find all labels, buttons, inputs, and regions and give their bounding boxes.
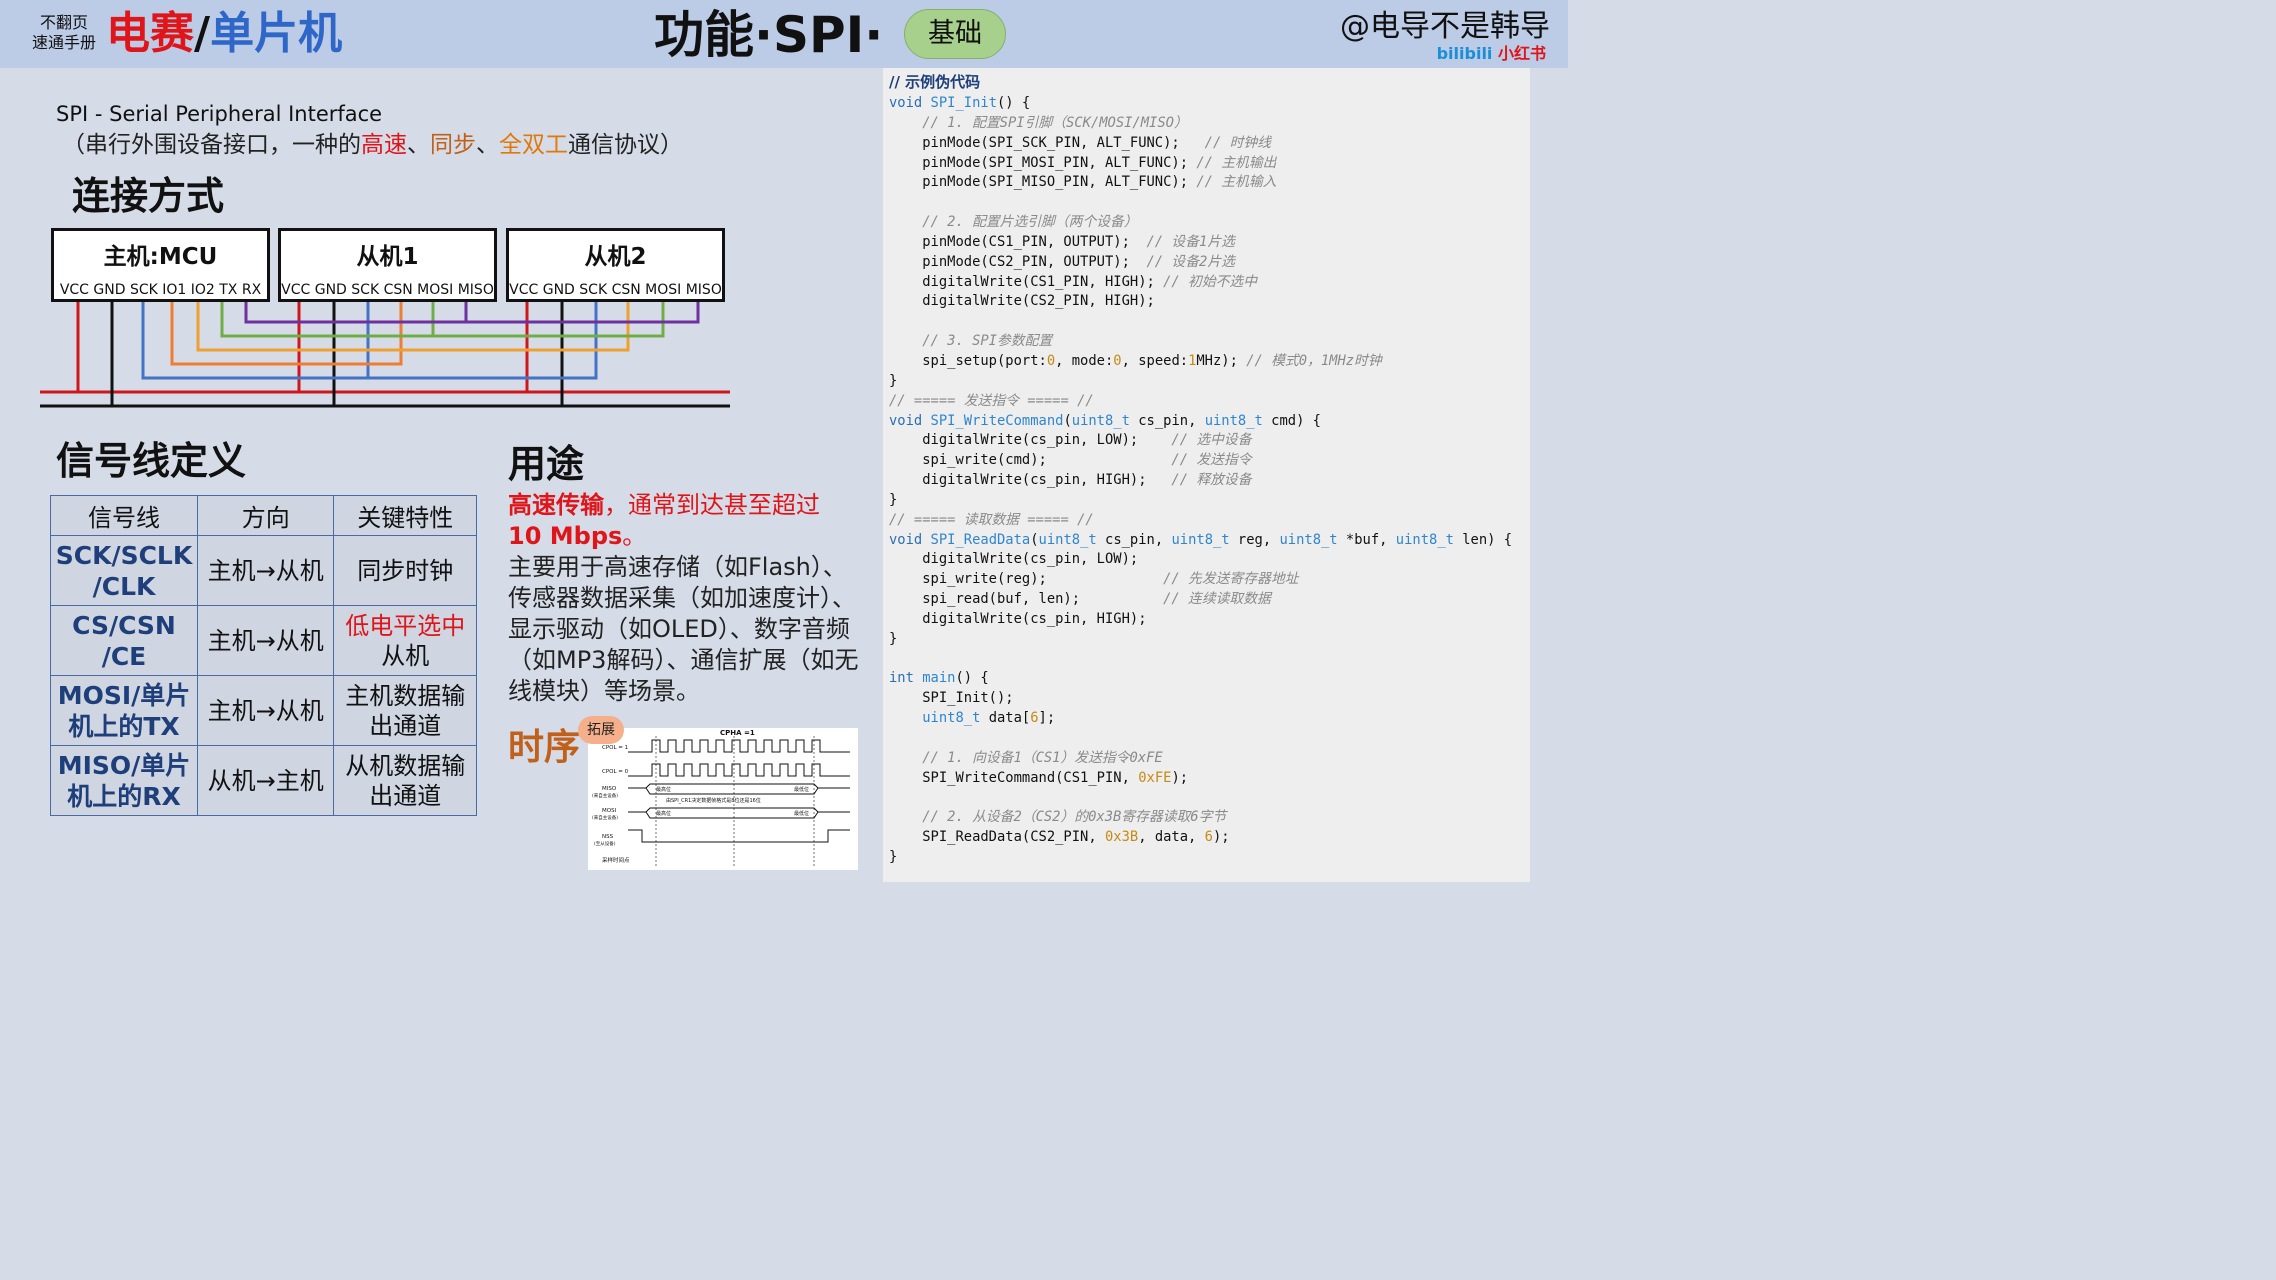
mosi-label: MOSI <box>602 808 617 814</box>
nss-label: NSS <box>602 834 614 840</box>
usage-highlight-end: 。 <box>622 522 647 550</box>
signal-table: 信号线 方向 关键特性 SCK/SCLK /CLK 主机→从机 同步时钟 CS/… <box>50 495 477 816</box>
nss-sub-label: (至从设备) <box>594 840 616 847</box>
usage-speed: 10 Mbps <box>508 522 623 550</box>
code-block: void SPI_Init() { // 1. 配置SPI引脚（SCK/MOSI… <box>889 95 1513 866</box>
signal-name: SCK/SCLK /CLK <box>50 535 198 606</box>
mosi-lsb: 最低位 <box>794 810 809 817</box>
device-title: 主机:MCU <box>103 244 218 270</box>
device-pins: VCC GND SCK IO1 IO2 TX RX <box>59 282 262 298</box>
signal-direction: 主机→从机 <box>196 605 335 676</box>
device-slave-1: 从机1 VCC GND SCK CSN MOSI MISO <box>278 228 497 302</box>
miso-sub-label: (来自主设备) <box>592 792 618 799</box>
miso-label: MISO <box>602 786 617 792</box>
table-row: CS/CSN /CE 主机→从机 低电平选中 从机 <box>50 605 477 676</box>
signal-feature: 主机数据输 出通道 <box>333 675 477 746</box>
cpha-label: CPHA =1 <box>720 729 755 737</box>
usage-highlight: 高速传输，通常到达甚至超过 10 Mbps。 <box>508 490 858 552</box>
device-pins: VCC GND SCK CSN MOSI MISO <box>281 282 494 298</box>
table-row: MISO/单片 机上的RX 从机→主机 从机数据输 出通道 <box>50 745 477 816</box>
device-pins: VCC GND SCK CSN MOSI MISO <box>509 282 722 298</box>
table-row: SCK/SCLK /CLK 主机→从机 同步时钟 <box>50 535 477 606</box>
usage-highlight-rest: ，通常到达甚至超过 <box>604 491 820 519</box>
mosi-msb: 最高位 <box>656 810 671 817</box>
timing-heading: 时序 <box>508 727 581 768</box>
cpol1-label: CPOL = 1 <box>602 745 628 751</box>
miso-wire <box>244 302 700 324</box>
cpol0-label: CPOL = 0 <box>602 769 629 775</box>
signal-feature-highlight: 低电平选中 <box>345 611 466 640</box>
table-header-row: 信号线 方向 关键特性 <box>50 495 477 536</box>
column-header: 方向 <box>196 495 335 536</box>
miso-lsb: 最低位 <box>794 786 809 793</box>
signal-direction: 从机→主机 <box>196 745 335 816</box>
device-title: 从机1 <box>356 244 419 270</box>
signal-name: CS/CSN /CE <box>50 605 198 676</box>
code-title: // 示例伪代码 <box>889 73 981 91</box>
signal-feature: 从机数据输 出通道 <box>333 745 477 816</box>
signal-name: MISO/单片 机上的RX <box>50 745 198 816</box>
table-row: MOSI/单片 机上的TX 主机→从机 主机数据输 出通道 <box>50 675 477 746</box>
device-slave-2: 从机2 VCC GND SCK CSN MOSI MISO <box>506 228 725 302</box>
extension-badge: 拓展 <box>578 716 624 744</box>
timing-diagram-svg: CPHA =1 CPOL = 1 CPOL = 0 MISO (来自主设备) M… <box>592 729 850 868</box>
signal-name: MOSI/单片 机上的TX <box>50 675 198 746</box>
usage-body: 主要用于高速存储（如Flash）、传感器数据采集（如加速度计）、显示驱动（如OL… <box>508 553 859 705</box>
signal-feature: 低电平选中 从机 <box>333 605 477 676</box>
mosi-sub-label: (来自主设备) <box>592 814 618 821</box>
usage-highlight-bold: 高速传输 <box>508 491 604 519</box>
nss-line <box>628 829 850 843</box>
device-master: 主机:MCU VCC GND SCK IO1 IO2 TX RX <box>51 228 270 302</box>
clock-cpol1 <box>628 739 850 753</box>
signal-direction: 主机→从机 <box>196 675 335 746</box>
sample-label: 采样时间点 <box>602 856 630 864</box>
timing-diagram: CPHA =1 CPOL = 1 CPOL = 0 MISO (来自主设备) M… <box>588 728 858 870</box>
column-header: 关键特性 <box>333 495 477 536</box>
miso-msb: 最高位 <box>656 786 671 793</box>
signal-feature: 同步时钟 <box>333 535 477 606</box>
column-header: 信号线 <box>50 495 198 536</box>
signal-feature-text: 从机 <box>381 641 430 670</box>
signal-direction: 主机→从机 <box>196 535 335 606</box>
frame-note: 由SPI_CR1决定数据帧格式是8位还是16位 <box>666 797 761 804</box>
signals-heading: 信号线定义 <box>56 439 247 483</box>
usage-heading: 用途 <box>508 442 585 486</box>
clock-cpol0 <box>628 763 850 777</box>
device-title: 从机2 <box>584 244 647 270</box>
